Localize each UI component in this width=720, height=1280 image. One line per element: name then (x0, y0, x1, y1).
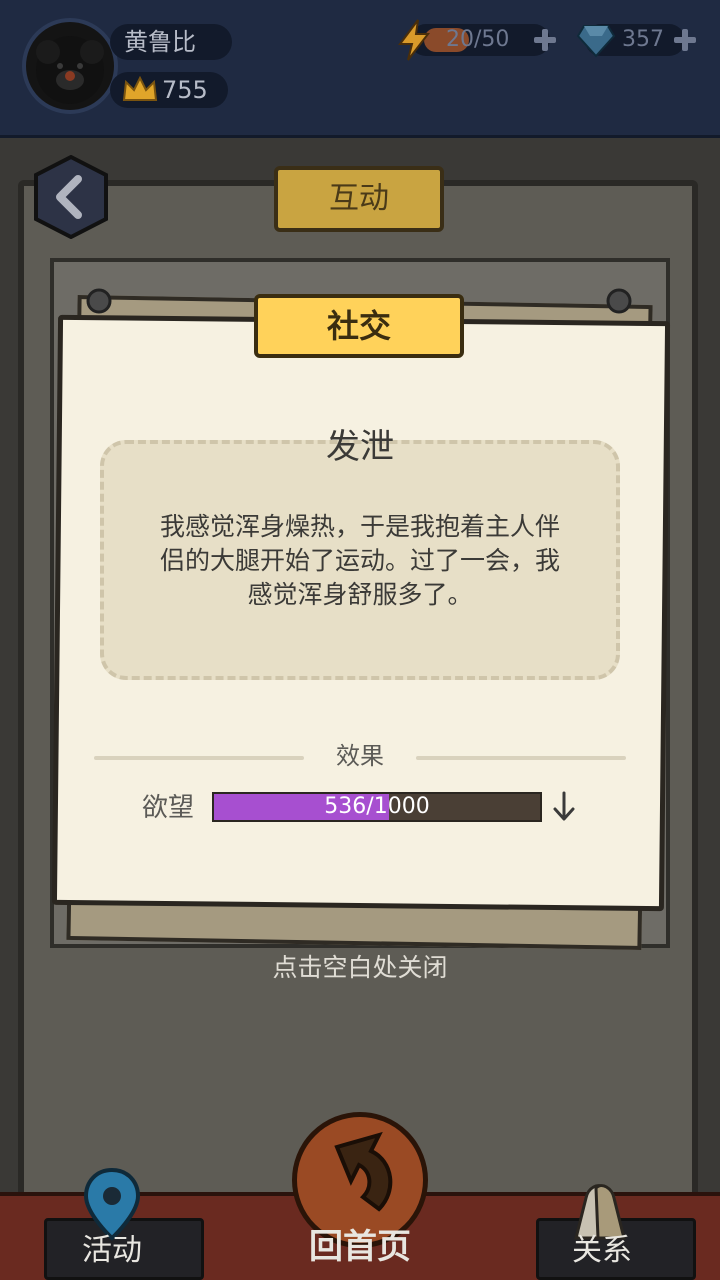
player-name: 黄鲁比 (110, 24, 232, 60)
diamond-icon (576, 25, 616, 58)
category-label: 社交 (254, 294, 464, 358)
arrow-down-icon (553, 791, 575, 821)
effect-divider-right (416, 756, 626, 760)
lightning-icon (398, 19, 431, 61)
close-hint[interactable]: 点击空白处关闭 (220, 948, 500, 988)
page-title: 互动 (274, 166, 444, 232)
black-dog-avatar-icon (36, 36, 104, 104)
event-description: 我感觉浑身燥热，于是我抱着主人伴侣的大腿开始了运动。过了一会，我感觉浑身舒服多了… (159, 512, 560, 609)
gem-count: 357 (622, 27, 664, 52)
effect-heading: 效果 (336, 742, 384, 770)
add-energy-plus-icon[interactable] (532, 27, 558, 53)
nav-relations-label: 关系 (572, 1233, 632, 1268)
energy-text: 20/50 (446, 27, 510, 52)
stat-name: 欲望 (142, 793, 195, 823)
desire-progress-text: 536/1000 (324, 794, 430, 819)
event-title: 发泄 (326, 427, 394, 467)
crown-score: 755 (110, 72, 228, 108)
effect-divider-left (94, 756, 304, 760)
pin-right-icon (606, 288, 632, 314)
nav-home-label: 回首页 (309, 1227, 411, 1267)
crown-icon (122, 76, 158, 101)
crown-value: 755 (162, 76, 208, 104)
desire-progress-bar: 536/1000 (212, 792, 542, 822)
add-gems-plus-icon[interactable] (672, 27, 698, 53)
pin-left-icon (86, 288, 112, 314)
nav-activities-label: 活动 (82, 1233, 142, 1268)
player-avatar[interactable] (22, 18, 118, 114)
top-bar: 黄鲁比 755 20/50 357 (0, 0, 720, 138)
back-button[interactable] (32, 155, 110, 239)
game-screen: 黄鲁比 755 20/50 357 互动 社交 发泄 我感觉浑身燥热，于是我抱着… (0, 0, 720, 1280)
